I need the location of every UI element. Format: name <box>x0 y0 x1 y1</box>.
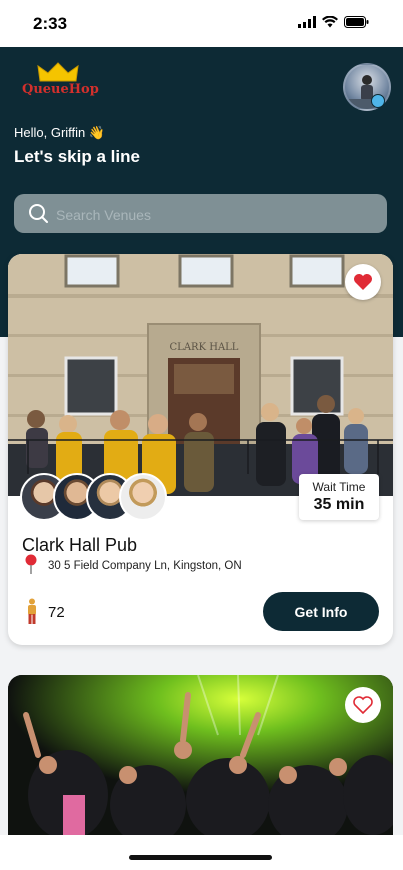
visitor-avatars <box>20 473 170 521</box>
logo-text: QueueHop <box>22 82 99 97</box>
signal-icon <box>298 16 316 28</box>
greeting-text: Hello, Griffin 👋 <box>14 125 106 140</box>
favorite-button[interactable] <box>345 264 381 300</box>
search-icon <box>29 204 48 223</box>
tagline: Let's skip a line <box>14 147 140 166</box>
bottom-safe-area <box>0 835 403 870</box>
battery-icon <box>344 16 369 28</box>
wifi-icon <box>322 16 338 28</box>
wait-time-badge: Wait Time 35 min <box>299 474 379 520</box>
status-time: 2:33 <box>33 14 68 33</box>
building-sign: CLARK HALL <box>170 342 239 353</box>
search-bar[interactable] <box>14 194 387 235</box>
location-pin-icon <box>25 554 37 574</box>
avatar-badge <box>371 94 385 108</box>
venue-address: 30 5 Field Company Ln, Kingston, ON <box>48 560 242 572</box>
heart-outline-icon <box>353 696 373 714</box>
venue-photo-illustration: CLARK HALL <box>8 254 393 496</box>
heart-icon <box>354 274 372 290</box>
search-input[interactable] <box>54 194 378 235</box>
home-indicator[interactable] <box>129 855 272 860</box>
get-info-button[interactable]: Get Info <box>263 592 379 631</box>
visitor-avatar <box>119 473 167 521</box>
venue-name: Clark Hall Pub <box>22 535 138 555</box>
venue-card[interactable]: CLARK HALL Wait Time 35 min Clark Hall P… <box>8 254 393 645</box>
people-count: 72 <box>48 604 65 621</box>
status-icons <box>298 16 369 28</box>
venue-card[interactable] <box>8 675 393 835</box>
favorite-button[interactable] <box>345 687 381 723</box>
venue-photo: CLARK HALL <box>8 254 393 496</box>
person-standing-icon <box>28 598 36 624</box>
crown-icon <box>37 62 79 82</box>
venue-photo <box>8 675 393 835</box>
status-bar: 2:33 <box>0 0 403 47</box>
wait-time-label: Wait Time <box>312 480 366 494</box>
wait-time-value: 35 min <box>313 496 365 513</box>
app-logo: QueueHop <box>22 62 99 102</box>
